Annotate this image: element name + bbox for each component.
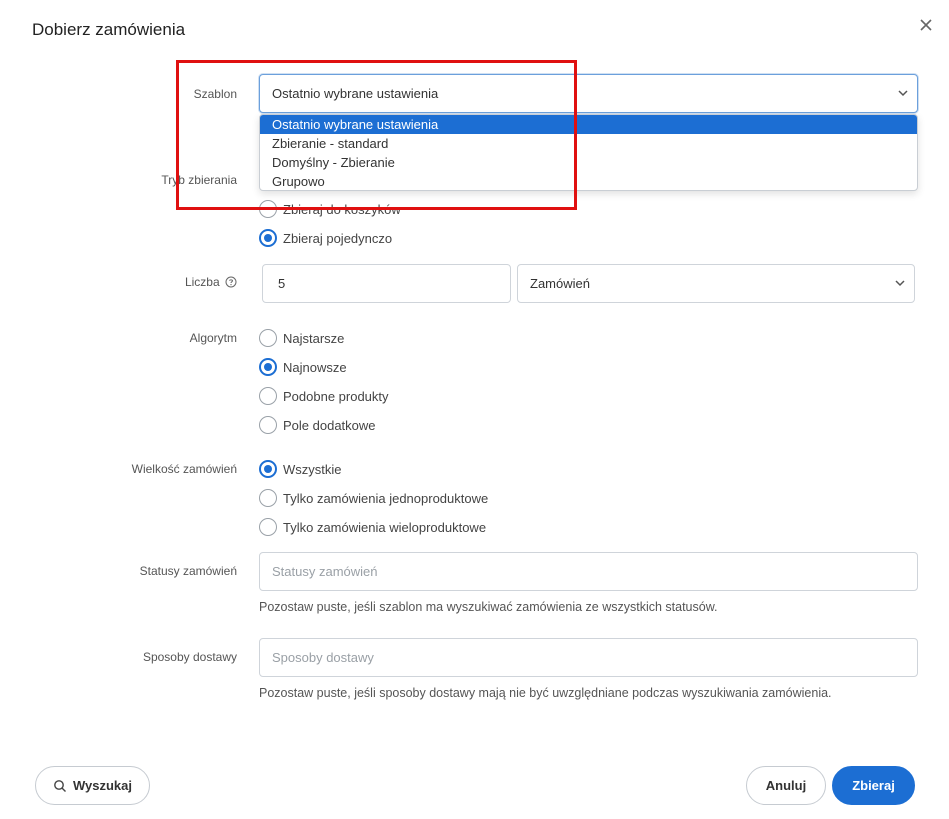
radio-label: Tylko zamówienia jednoproduktowe [283, 490, 489, 506]
radio-circle [259, 416, 277, 434]
chevron-down-icon [898, 90, 908, 97]
delivery-label: Sposoby dostawy [142, 650, 237, 664]
statuses-help: Pozostaw puste, jeśli szablon ma wyszuki… [259, 600, 718, 614]
delivery-help: Pozostaw puste, jeśli sposoby dostawy ma… [259, 686, 832, 700]
count-label-text: Liczba [184, 275, 220, 289]
statuses-input[interactable]: Statusy zamówień [259, 552, 918, 591]
algorithm-radio-extra-field[interactable]: Pole dodatkowe [259, 415, 376, 435]
algorithm-label: Algorytm [189, 331, 237, 345]
radio-label: Tylko zamówienia wieloproduktowe [283, 519, 487, 535]
cancel-button[interactable]: Anuluj [746, 766, 826, 805]
count-label: Liczba [37, 275, 237, 289]
radio-circle [259, 329, 277, 347]
template-label: Szablon [193, 87, 237, 101]
delivery-input[interactable]: Sposoby dostawy [259, 638, 918, 677]
count-unit-select[interactable]: Zamówień [517, 264, 915, 303]
radio-circle [259, 518, 277, 536]
radio-label: Zbieraj do koszyków [283, 201, 401, 217]
radio-label: Najstarsze [283, 330, 345, 346]
size-radio-single-product[interactable]: Tylko zamówienia jednoproduktowe [259, 488, 488, 508]
chevron-down-icon [895, 280, 905, 287]
radio-circle [259, 229, 277, 247]
template-option[interactable]: Ostatnio wybrane ustawienia [260, 115, 917, 134]
radio-circle [259, 200, 277, 218]
count-unit-value: Zamówień [530, 276, 590, 291]
radio-label: Najnowsze [283, 359, 347, 375]
question-circle-icon [225, 276, 237, 288]
radio-label: Wszystkie [283, 461, 342, 477]
search-button[interactable]: Wyszukaj [35, 766, 150, 805]
mode-radio-baskets[interactable]: Zbieraj do koszyków [259, 199, 401, 219]
template-select[interactable]: Ostatnio wybrane ustawienia [259, 74, 918, 113]
dialog-title: Dobierz zamówienia [32, 20, 186, 39]
mode-label: Tryb zbierania [161, 173, 237, 187]
statuses-label: Statusy zamówień [139, 564, 237, 578]
mode-radio-single[interactable]: Zbieraj pojedynczo [259, 228, 392, 248]
search-button-label: Wyszukaj [72, 778, 132, 793]
size-radio-multi-product[interactable]: Tylko zamówienia wieloproduktowe [259, 517, 486, 537]
radio-circle [259, 460, 277, 478]
radio-label: Podobne produkty [283, 388, 389, 404]
close-icon[interactable] [916, 15, 936, 35]
submit-button[interactable]: Zbieraj [832, 766, 915, 805]
template-dropdown: Ostatnio wybrane ustawienia Zbieranie - … [259, 114, 918, 191]
algorithm-radio-newest[interactable]: Najnowsze [259, 357, 347, 377]
template-option[interactable]: Grupowo [260, 172, 917, 190]
dialog: Dobierz zamówienia Szablon Ostatnio wybr… [0, 0, 949, 819]
size-radio-all[interactable]: Wszystkie [259, 459, 342, 479]
radio-circle [259, 489, 277, 507]
radio-label: Zbieraj pojedynczo [283, 230, 393, 246]
search-icon [54, 779, 66, 792]
algorithm-radio-similar[interactable]: Podobne produkty [259, 386, 389, 406]
template-select-value: Ostatnio wybrane ustawienia [272, 86, 439, 101]
template-option[interactable]: Domyślny - Zbieranie [260, 153, 917, 172]
algorithm-radio-oldest[interactable]: Najstarsze [259, 328, 344, 348]
radio-circle [259, 358, 277, 376]
size-label: Wielkość zamówień [131, 462, 237, 476]
radio-label: Pole dodatkowe [283, 417, 376, 433]
radio-circle [259, 387, 277, 405]
template-option[interactable]: Zbieranie - standard [260, 134, 917, 153]
count-input[interactable]: 5 [262, 264, 511, 303]
